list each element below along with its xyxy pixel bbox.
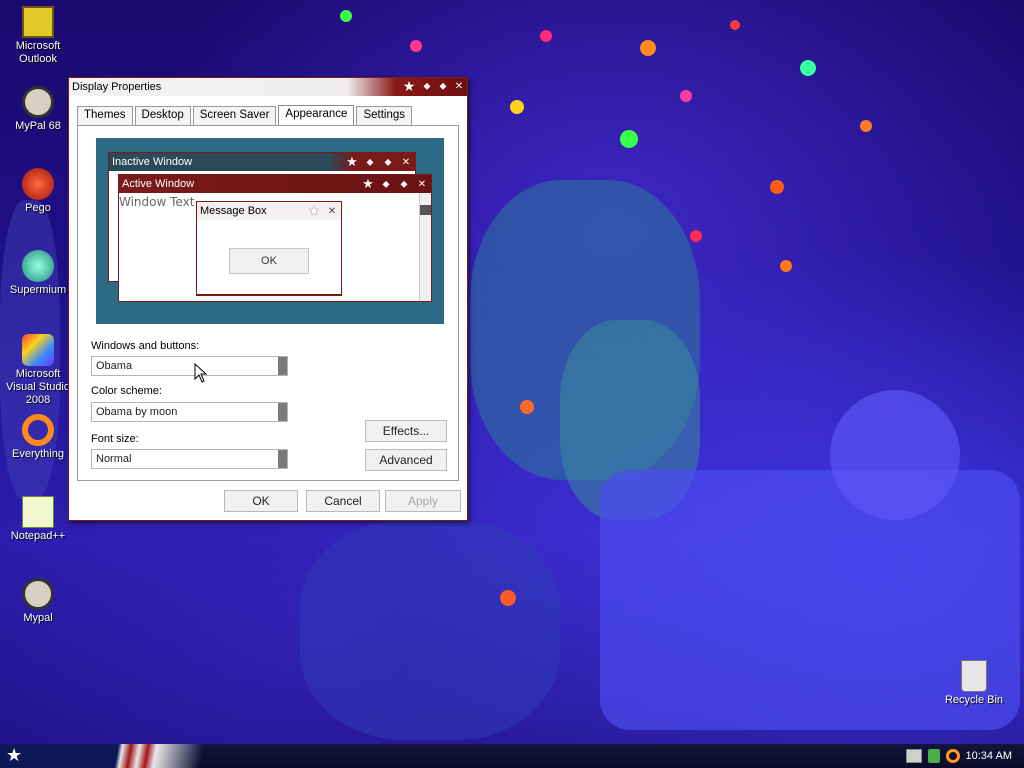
close-icon: ✕ — [417, 178, 427, 190]
desktop-icon-mypal68[interactable]: MyPal 68 — [0, 86, 76, 133]
title-bar[interactable]: Display Properties ★ ⬥ ⬥ ✕ — [69, 78, 467, 96]
desktop-icon-pego[interactable]: Pego — [0, 168, 76, 215]
search-icon[interactable] — [945, 749, 960, 763]
chevron-down-icon — [278, 403, 287, 421]
cancel-button[interactable]: Cancel — [306, 490, 380, 512]
windows-buttons-select[interactable]: Obama — [91, 356, 288, 376]
taskbar-flag-decoration — [0, 744, 420, 768]
desktop-icon-recycle-bin[interactable]: Recycle Bin — [936, 660, 1012, 707]
tab-strip: Themes Desktop Screen Saver Appearance S… — [77, 104, 414, 127]
close-icon: ✕ — [327, 205, 337, 217]
clock[interactable]: 10:34 AM — [966, 750, 1012, 762]
system-tray: 10:34 AM — [868, 744, 1024, 768]
maximize-icon: ⬥ — [384, 156, 392, 168]
taskbar: ★ 10:34 AM — [0, 744, 1024, 768]
desktop-icon-supermium[interactable]: Supermium — [0, 250, 76, 297]
close-button[interactable]: ✕ — [451, 79, 467, 95]
font-size-select[interactable]: Normal — [91, 449, 288, 469]
mypal-icon — [22, 578, 54, 610]
recycle-bin-icon — [961, 660, 987, 692]
mypal-icon — [22, 86, 54, 118]
minimize-icon: ⬥ — [382, 178, 390, 190]
star-icon: ★ — [346, 154, 358, 169]
tab-desktop[interactable]: Desktop — [134, 106, 191, 126]
minimize-button[interactable]: ⬥ — [419, 79, 435, 95]
color-scheme-select[interactable]: Obama by moon — [91, 402, 288, 422]
apply-button[interactable]: Apply — [385, 490, 461, 512]
desktop-icon-everything[interactable]: Everything — [0, 414, 76, 461]
mouse-cursor-icon — [194, 363, 208, 383]
tab-appearance[interactable]: Appearance — [278, 105, 355, 127]
desktop-icon-visual-studio[interactable]: Microsoft Visual Studio 2008 — [0, 334, 76, 407]
preview-window-text: Window Text — [119, 195, 195, 209]
appearance-preview: Inactive Window ★ ⬥ ⬥ ✕ Active Window ★ … — [96, 138, 444, 324]
appearance-panel: Inactive Window ★ ⬥ ⬥ ✕ Active Window ★ … — [77, 125, 459, 481]
maximize-icon: ⬥ — [400, 178, 408, 190]
everything-icon — [22, 414, 54, 446]
star-icon: ★ — [308, 203, 320, 218]
windows-buttons-label: Windows and buttons: — [91, 340, 200, 352]
display-properties-window: Display Properties ★ ⬥ ⬥ ✕ Themes Deskto… — [68, 77, 468, 521]
visual-studio-icon — [22, 334, 54, 366]
preview-ok-button: OK — [229, 248, 309, 274]
desktop-icon-mypal[interactable]: Mypal — [0, 578, 76, 625]
outlook-icon — [22, 6, 54, 38]
close-icon: ✕ — [401, 156, 411, 168]
pego-icon — [22, 168, 54, 200]
preview-inactive-title: Inactive Window — [112, 156, 193, 168]
ok-button[interactable]: OK — [224, 490, 298, 512]
preview-message-box-title: Message Box — [200, 205, 267, 217]
start-button[interactable]: ★ — [6, 746, 22, 766]
tab-settings[interactable]: Settings — [356, 106, 413, 126]
tab-screen-saver[interactable]: Screen Saver — [192, 106, 277, 126]
preview-scrollbar — [419, 193, 431, 301]
preview-active-title: Active Window — [122, 178, 195, 190]
star-icon: ★ — [402, 79, 416, 95]
tab-themes[interactable]: Themes — [77, 106, 133, 126]
notepadpp-icon — [22, 496, 54, 528]
advanced-button[interactable]: Advanced — [365, 449, 447, 471]
color-scheme-label: Color scheme: — [91, 385, 162, 397]
desktop-icon-outlook[interactable]: Microsoft Outlook — [0, 6, 76, 66]
chevron-down-icon — [278, 357, 287, 375]
minimize-icon: ⬥ — [366, 156, 374, 168]
maximize-button[interactable]: ⬥ — [435, 79, 451, 95]
font-size-label: Font size: — [91, 433, 139, 445]
network-icon[interactable] — [927, 749, 940, 763]
effects-button[interactable]: Effects... — [365, 420, 447, 442]
chevron-down-icon — [278, 450, 287, 468]
window-title: Display Properties — [72, 81, 162, 93]
supermium-icon — [22, 250, 54, 282]
preview-message-box: Message Box ★ ✕ OK — [196, 201, 342, 296]
star-icon: ★ — [362, 176, 374, 191]
desktop-icon-notepadpp[interactable]: Notepad++ — [0, 496, 76, 543]
keyboard-icon[interactable] — [905, 749, 922, 763]
